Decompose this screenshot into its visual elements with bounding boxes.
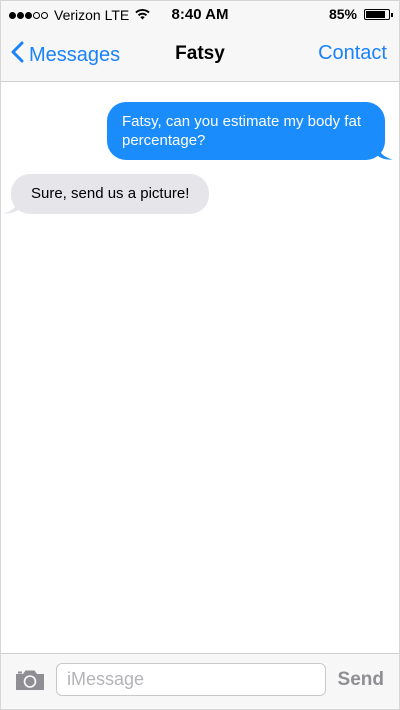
status-right: 85% [328, 6, 393, 22]
bubble-tail [377, 142, 393, 160]
sent-message-bubble[interactable]: Fatsy, can you estimate my body fat perc… [107, 102, 393, 160]
battery-fill [366, 10, 385, 18]
battery-icon [364, 8, 393, 20]
camera-icon [14, 670, 46, 696]
send-button[interactable]: Send [338, 669, 384, 691]
compose-bar: Send [1, 653, 399, 709]
battery-percentage: 85% [328, 6, 357, 22]
imessage-input[interactable] [56, 663, 326, 696]
status-bar: Verizon LTE 8:40 AM 85% [1, 1, 399, 29]
messages-screen: Verizon LTE 8:40 AM 85% Messages Fatsy C… [0, 0, 400, 710]
back-label: Messages [29, 43, 121, 66]
chevron-left-icon [11, 41, 24, 69]
bubble-tail [3, 196, 19, 214]
message-thread[interactable]: Fatsy, can you estimate my body fat perc… [1, 82, 399, 654]
back-to-messages-button[interactable]: Messages [11, 41, 120, 69]
camera-button[interactable] [14, 668, 46, 697]
received-message-bubble[interactable]: Sure, send us a picture! [3, 174, 210, 214]
message-text: Fatsy, can you estimate my body fat perc… [122, 113, 361, 149]
contact-button[interactable]: Contact [318, 42, 387, 65]
navigation-bar: Messages Fatsy Contact [1, 29, 399, 82]
message-text: Sure, send us a picture! [31, 185, 190, 202]
